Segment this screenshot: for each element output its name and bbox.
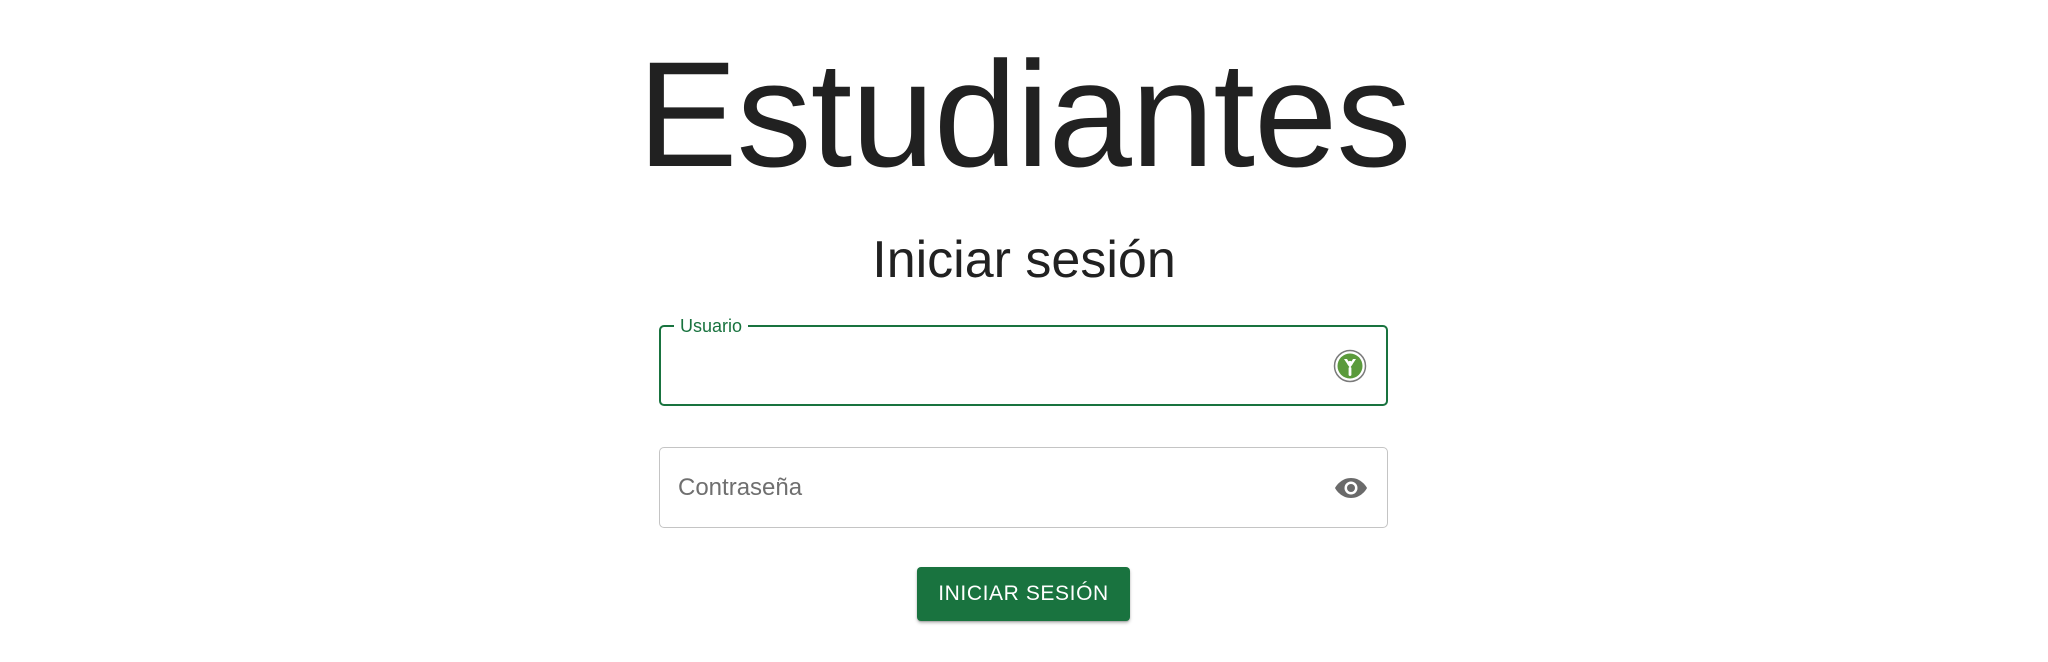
app-title: Estudiantes bbox=[637, 30, 1412, 198]
login-heading: Iniciar sesión bbox=[872, 231, 1176, 289]
login-button[interactable]: INICIAR SESIÓN bbox=[917, 567, 1130, 621]
password-manager-icon[interactable] bbox=[1332, 348, 1368, 384]
password-field[interactable] bbox=[659, 447, 1388, 528]
login-page: Estudiantes Iniciar sesión Usuario INICI… bbox=[0, 0, 2048, 662]
username-field[interactable]: Usuario bbox=[659, 315, 1388, 406]
password-input[interactable] bbox=[678, 448, 1317, 527]
username-input[interactable] bbox=[679, 327, 1316, 404]
eye-icon[interactable] bbox=[1333, 470, 1369, 506]
